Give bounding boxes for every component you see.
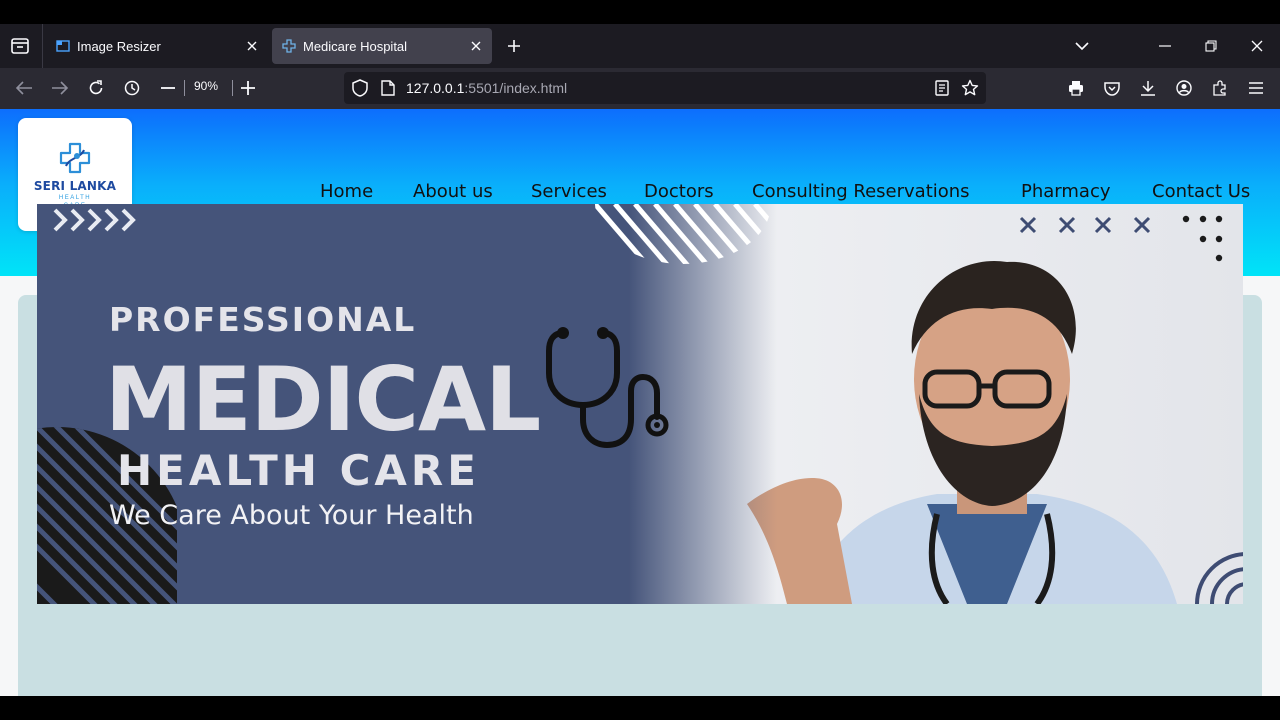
tab-title: Image Resizer — [77, 38, 161, 54]
close-icon[interactable] — [1245, 34, 1269, 58]
striped-semicircle-decoration — [595, 204, 771, 264]
tab-bar: Image Resizer Medicare Hospital — [0, 24, 1280, 68]
close-icon[interactable] — [240, 34, 264, 58]
hero-tagline: We Care About Your Health — [109, 500, 474, 531]
stethoscope-icon — [546, 327, 669, 449]
screen-bottom-border — [0, 696, 1280, 720]
print-icon[interactable] — [1064, 76, 1088, 100]
url-text[interactable]: 127.0.0.1:5501/index.html — [406, 80, 567, 96]
reload-icon[interactable] — [84, 76, 108, 100]
extensions-icon[interactable] — [1208, 76, 1232, 100]
hero-banner: PROFESSIONAL MEDICAL HEALTH CARE We Care… — [37, 204, 1243, 604]
close-icon[interactable] — [464, 34, 488, 58]
tab-list-icon[interactable] — [8, 34, 32, 58]
reader-view-icon[interactable] — [930, 76, 954, 100]
zoom-level[interactable]: 90% — [194, 79, 218, 93]
chevron-down-icon[interactable] — [1070, 34, 1094, 58]
hero-line-3: HEALTH CARE — [117, 446, 480, 495]
star-icon[interactable] — [958, 76, 982, 100]
chevrons-decoration — [53, 208, 136, 232]
minimize-icon[interactable] — [1153, 34, 1177, 58]
favicon-resizer-icon — [55, 38, 71, 54]
shield-icon[interactable] — [348, 76, 372, 100]
hero-line-1: PROFESSIONAL — [109, 300, 417, 339]
tab-medicare-hospital[interactable]: Medicare Hospital — [272, 28, 492, 64]
logo-name: SERI LANKA — [33, 179, 117, 193]
tab-separator — [42, 24, 43, 68]
download-icon[interactable] — [1136, 76, 1160, 100]
url-path: :5501/index.html — [464, 80, 568, 96]
pocket-icon[interactable] — [1100, 76, 1124, 100]
favicon-medicare-icon — [281, 38, 297, 54]
history-icon[interactable] — [120, 76, 144, 100]
back-icon[interactable] — [12, 76, 36, 100]
account-icon[interactable] — [1172, 76, 1196, 100]
menu-icon[interactable] — [1244, 76, 1268, 100]
zoom-separator — [184, 80, 185, 96]
forward-icon[interactable] — [48, 76, 72, 100]
zoom-in-icon[interactable] — [236, 76, 260, 100]
page-icon[interactable] — [376, 76, 400, 100]
zoom-separator — [232, 80, 233, 96]
plus-icon[interactable] — [502, 34, 526, 58]
url-host: 127.0.0.1 — [406, 80, 465, 96]
navigation-toolbar: 90% 127.0.0.1:5501/index.html — [0, 68, 1280, 109]
tab-title: Medicare Hospital — [303, 38, 408, 54]
hero-line-2: MEDICAL — [105, 348, 541, 451]
url-bar[interactable]: 127.0.0.1:5501/index.html — [344, 72, 986, 104]
tab-image-resizer[interactable]: Image Resizer — [46, 28, 268, 64]
screen-top-border — [0, 0, 1280, 24]
zoom-out-icon[interactable] — [156, 76, 180, 100]
logo-sub-1: HEALTH — [58, 195, 92, 201]
restore-icon[interactable] — [1199, 34, 1223, 58]
logo-cross-icon — [59, 142, 91, 174]
